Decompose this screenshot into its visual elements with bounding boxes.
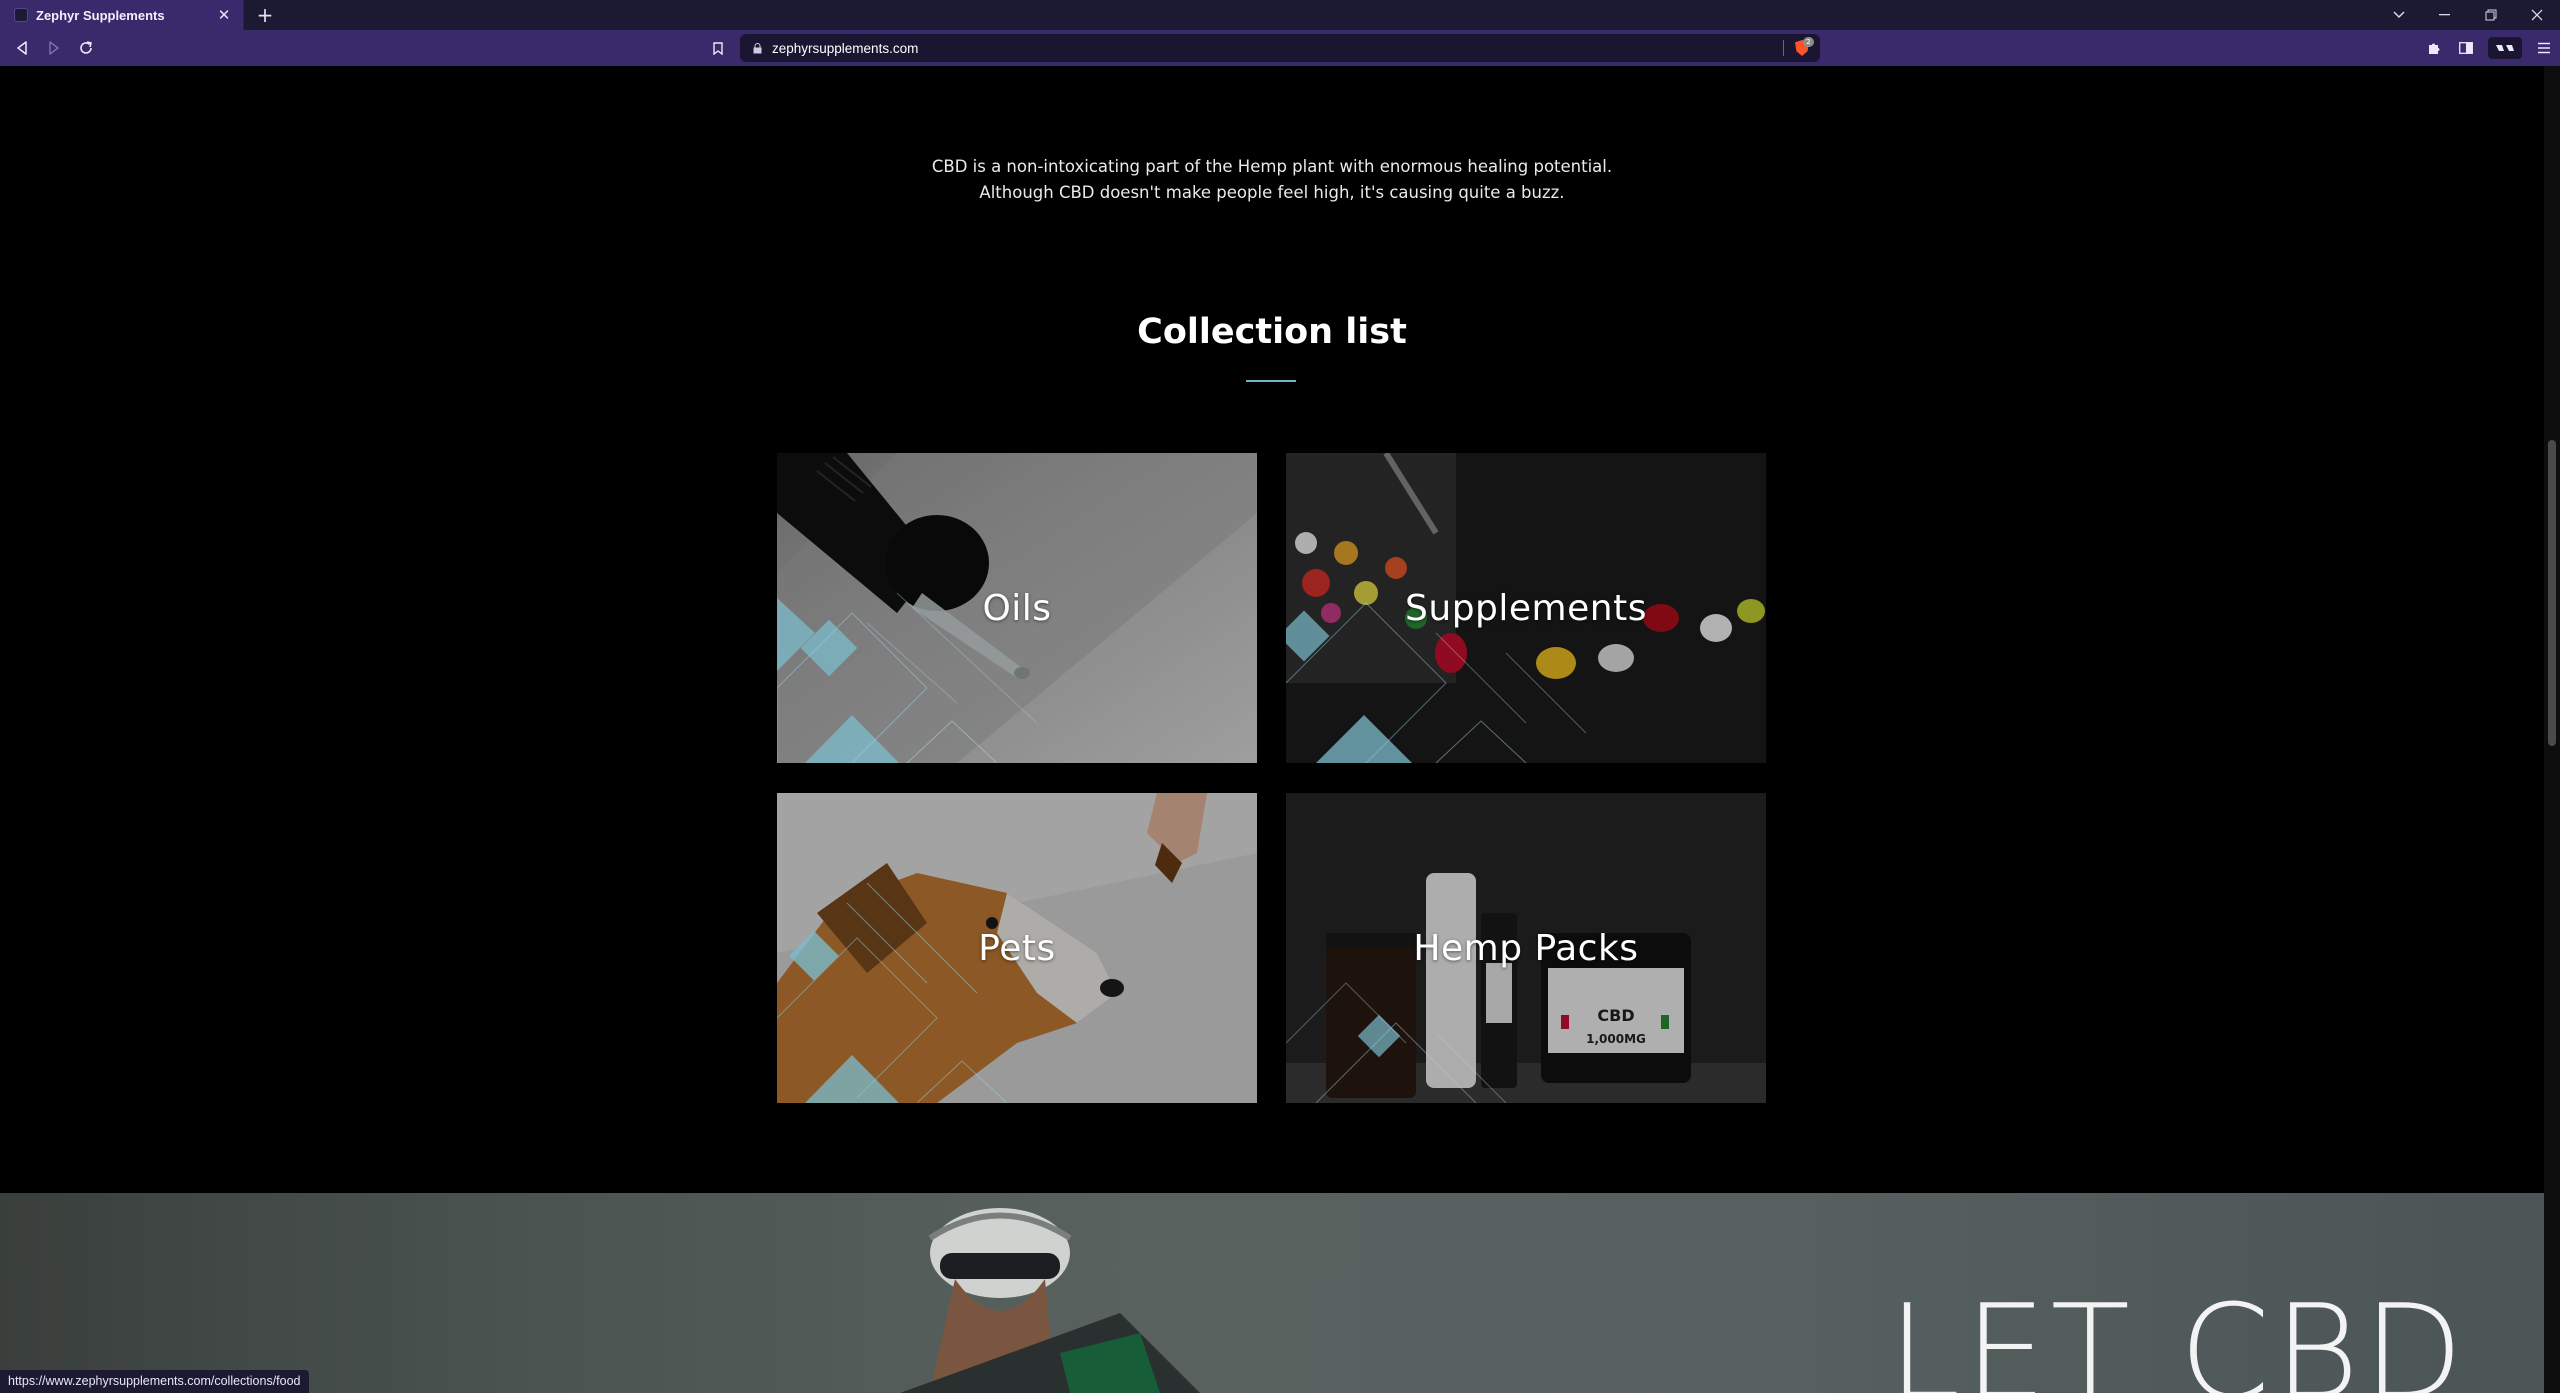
status-bar-url: https://www.zephyrsupplements.com/collec…	[0, 1370, 309, 1393]
collection-label: Supplements	[1405, 587, 1647, 629]
shield-badge: 2	[1803, 37, 1814, 47]
back-icon[interactable]	[6, 32, 38, 64]
browser-toolbar: zephyrsupplements.com 2	[0, 30, 2560, 66]
section-title: Collection list	[1137, 312, 1407, 352]
hero-heading: LET CBD	[1888, 1276, 2468, 1393]
browser-tab[interactable]: Zephyr Supplements ✕	[0, 0, 244, 30]
hamburger-menu-icon[interactable]	[2528, 32, 2560, 64]
url-text: zephyrsupplements.com	[772, 40, 919, 56]
reload-icon[interactable]	[70, 32, 102, 64]
tab-bar: Zephyr Supplements ✕ +	[0, 0, 2560, 30]
close-window-icon[interactable]	[2514, 0, 2560, 30]
window-controls	[2376, 0, 2560, 30]
lock-icon	[752, 42, 762, 54]
collection-label: Oils	[982, 587, 1052, 629]
tab-title: Zephyr Supplements	[36, 7, 165, 23]
address-bar[interactable]: zephyrsupplements.com 2	[740, 34, 1820, 62]
collection-card-supplements[interactable]: Supplements	[1286, 453, 1766, 763]
page-scrollbar[interactable]	[2544, 66, 2560, 1393]
bookmark-icon[interactable]	[702, 32, 734, 64]
minimize-icon[interactable]	[2422, 0, 2468, 30]
title-underline	[1246, 380, 1296, 382]
intro-line-2: Although CBD doesn't make people feel hi…	[979, 183, 1565, 202]
restore-icon[interactable]	[2468, 0, 2514, 30]
brave-shield-icon[interactable]: 2	[1792, 37, 1814, 58]
intro-line-1: CBD is a non-intoxicating part of the He…	[931, 157, 1613, 176]
tab-close-icon[interactable]: ✕	[211, 2, 237, 28]
new-tab-button[interactable]: +	[250, 0, 280, 30]
site-favicon-icon	[14, 8, 28, 22]
collection-label: Pets	[978, 927, 1056, 969]
forward-icon[interactable]	[38, 32, 70, 64]
collection-card-pets[interactable]: Pets	[777, 793, 1257, 1103]
page-viewport: CBD is a non-intoxicating part of the He…	[0, 66, 2544, 1393]
sidebar-icon[interactable]	[2450, 32, 2482, 64]
intro-text: CBD is a non-intoxicating part of the He…	[0, 154, 2544, 206]
wallet-icon[interactable]	[2488, 37, 2522, 59]
url-divider	[1783, 40, 1784, 56]
tab-search-chevron-icon[interactable]	[2376, 0, 2422, 30]
puzzle-icon[interactable]	[2418, 32, 2450, 64]
scrollbar-thumb[interactable]	[2548, 440, 2556, 746]
hero-banner: LET CBD	[0, 1193, 2544, 1393]
collection-card-hemp-packs[interactable]: CBD 1,000MG Hemp Packs	[1286, 793, 1766, 1103]
collection-card-oils[interactable]: Oils	[777, 453, 1257, 763]
collection-label: Hemp Packs	[1413, 927, 1639, 969]
